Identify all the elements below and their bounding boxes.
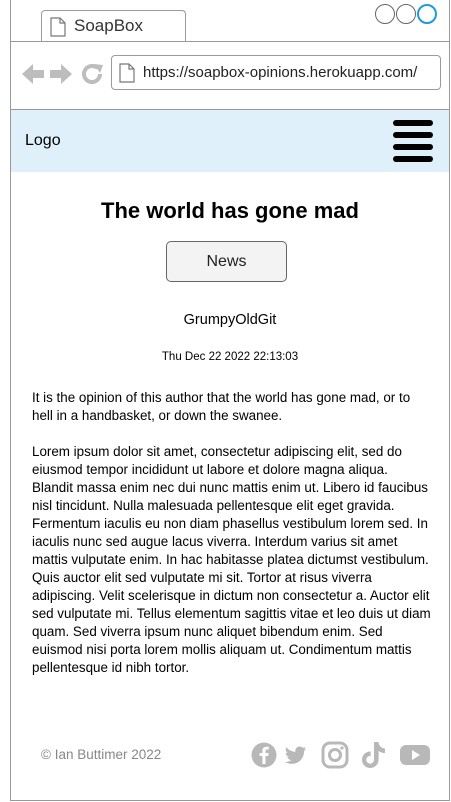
tab-bar: SoapBox bbox=[11, 0, 449, 42]
browser-window: SoapBox https://soapbox-opinions.herokua… bbox=[10, 0, 450, 801]
browser-tab[interactable]: SoapBox bbox=[41, 10, 186, 41]
post-title: The world has gone mad bbox=[101, 198, 359, 223]
post-content: It is the opinion of this author that th… bbox=[32, 389, 432, 695]
post-date: Thu Dec 22 2022 22:13:03 bbox=[161, 351, 299, 363]
tab-title: SoapBox bbox=[74, 16, 143, 35]
copyright: © Ian Buttimer 2022 bbox=[41, 747, 162, 762]
back-arrow-icon[interactable] bbox=[21, 63, 45, 85]
url-field[interactable]: https://soapbox-opinions.herokuapp.com/ bbox=[111, 55, 441, 90]
site-header: Logo bbox=[11, 110, 449, 172]
url-text: https://soapbox-opinions.herokuapp.com/ bbox=[143, 64, 418, 81]
instagram-icon[interactable] bbox=[321, 740, 349, 770]
hamburger-menu-icon[interactable] bbox=[393, 120, 435, 162]
category-button[interactable]: News bbox=[166, 241, 287, 282]
maximize-button[interactable] bbox=[417, 4, 437, 24]
twitter-icon[interactable] bbox=[285, 740, 307, 770]
page-icon bbox=[119, 63, 135, 83]
post-body: Lorem ipsum dolor sit amet, consectetur … bbox=[32, 444, 431, 675]
facebook-icon[interactable] bbox=[251, 740, 277, 770]
tiktok-icon[interactable] bbox=[361, 740, 387, 770]
logo[interactable]: Logo bbox=[25, 132, 61, 150]
minimize-button[interactable] bbox=[375, 4, 395, 24]
page-icon bbox=[50, 17, 66, 37]
post-author: GrumpyOldGit bbox=[183, 312, 277, 328]
forward-arrow-icon[interactable] bbox=[49, 63, 73, 85]
restore-button[interactable] bbox=[396, 4, 416, 24]
reload-icon[interactable] bbox=[81, 63, 105, 85]
post-intro: It is the opinion of this author that th… bbox=[32, 390, 411, 423]
window-controls bbox=[375, 4, 438, 29]
youtube-icon[interactable] bbox=[399, 740, 431, 770]
address-bar: https://soapbox-opinions.herokuapp.com/ bbox=[11, 41, 449, 110]
